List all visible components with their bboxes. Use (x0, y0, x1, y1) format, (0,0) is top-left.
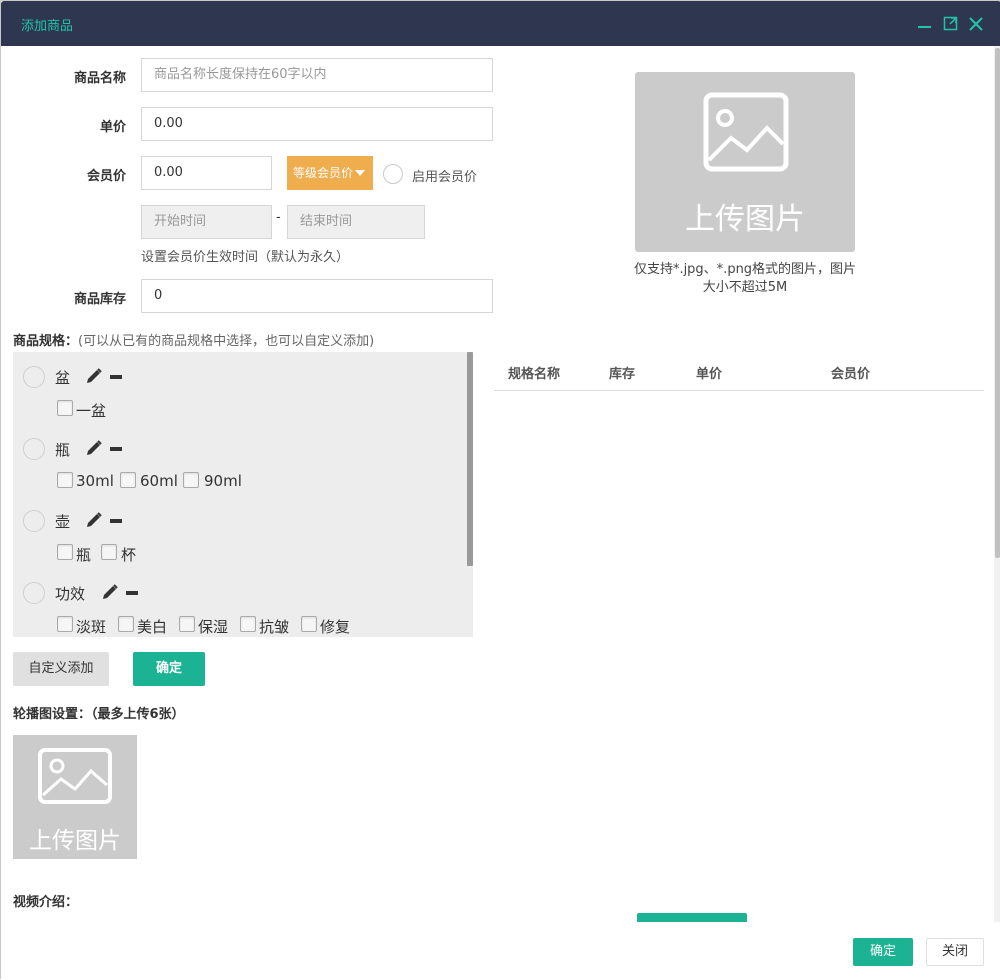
stock-input[interactable]: 0 (141, 279, 493, 313)
carousel-image-upload[interactable]: 上传图片 (13, 735, 137, 859)
spec-option-label: 30ml (76, 472, 114, 490)
upload-note: 仅支持*.jpg、*.png格式的图片，图片 大小不超过5M (621, 261, 869, 297)
spec-option-label: 美白 (137, 618, 168, 636)
spec-option-label: 瓶 (76, 546, 92, 564)
spec-option-label: 60ml (140, 472, 178, 490)
spec-section-title: 商品规格：(可以从已有的商品规格中选择，也可以自定义添加) (13, 330, 374, 349)
upload-image-text: 上传图片 (29, 828, 121, 854)
th-spec-name: 规格名称 (508, 367, 561, 382)
spec-option-checkbox[interactable] (301, 616, 317, 632)
spec-option-label: 一盆 (76, 402, 107, 420)
th-member-price: 会员价 (831, 367, 871, 382)
upload-note-line1: 仅支持*.jpg、*.png格式的图片，图片 (633, 262, 857, 277)
spec-option-checkbox[interactable] (57, 472, 73, 488)
dialog-content: 商品名称 商品名称长度保持在60字以内 单价 0.00 会员价 0.00 等级会… (1, 46, 1000, 922)
spec-title: 商品规格： (13, 334, 79, 349)
add-product-dialog: 添加商品 商品名称 商品名称长度保持在60字以内 单价 0.00 会员价 0.0… (0, 0, 1000, 980)
product-name-input[interactable]: 商品名称长度保持在60字以内 (141, 58, 493, 92)
carousel-title: 轮播图设置：（最多上传6张） (13, 707, 185, 722)
spec-option-checkbox[interactable] (120, 472, 136, 488)
pencil-icon[interactable] (85, 439, 103, 457)
custom-add-button[interactable]: 自定义添加 (13, 652, 109, 686)
close-icon[interactable] (967, 15, 985, 33)
dialog-title: 添加商品 (21, 19, 74, 34)
spec-option-label: 抗皱 (259, 618, 290, 636)
price-label: 单价 (99, 120, 126, 135)
th-price: 单价 (696, 367, 723, 382)
spec-group-name: 盆 (55, 369, 71, 387)
spec-group-name: 瓶 (55, 441, 71, 459)
price-input[interactable]: 0.00 (141, 107, 493, 141)
video-upload-button-partial[interactable] (637, 913, 747, 922)
level-member-price-label: 等级会员价 (293, 166, 354, 180)
spec-option-checkbox[interactable] (57, 616, 73, 632)
image-icon (703, 92, 789, 172)
minus-icon[interactable] (126, 591, 138, 595)
spec-option-label: 杯 (121, 546, 137, 564)
spec-list-panel: 盆 一盆 瓶 30ml 60ml 90ml 壶 瓶 杯 功效 淡斑 美白 保湿 … (13, 352, 473, 637)
spec-option-label: 淡斑 (76, 618, 107, 636)
spec-group-radio[interactable] (23, 582, 45, 604)
spec-option-checkbox[interactable] (179, 616, 195, 632)
minus-icon[interactable] (110, 447, 122, 451)
spec-group-radio[interactable] (23, 366, 45, 388)
upload-note-line2: 大小不超过5M (702, 280, 788, 295)
spec-option-checkbox[interactable] (57, 400, 73, 416)
spec-option-label: 90ml (204, 472, 242, 490)
video-title: 视频介绍： (13, 895, 79, 910)
spec-group-radio[interactable] (23, 438, 45, 460)
member-price-input[interactable]: 0.00 (141, 156, 272, 190)
dialog-titlebar: 添加商品 (1, 1, 1000, 46)
spec-confirm-button[interactable]: 确定 (133, 652, 205, 686)
dialog-footer: 确定 关闭 (1, 922, 1000, 980)
time-note: 设置会员价生效时间（默认为永久） (141, 250, 350, 265)
product-name-label: 商品名称 (73, 71, 126, 86)
dialog-scrollbar[interactable] (994, 46, 1000, 922)
end-time-input[interactable]: 结束时间 (287, 205, 425, 239)
pencil-icon[interactable] (101, 583, 119, 601)
pencil-icon[interactable] (85, 367, 103, 385)
image-icon (38, 748, 112, 804)
pencil-icon[interactable] (85, 511, 103, 529)
footer-confirm-button[interactable]: 确定 (853, 938, 913, 966)
spec-table-header: 规格名称 库存 单价 会员价 (494, 351, 984, 391)
spec-option-checkbox[interactable] (101, 544, 117, 560)
footer-close-button[interactable]: 关闭 (926, 938, 984, 966)
maximize-icon[interactable] (942, 15, 960, 33)
spec-list-scrollbar[interactable] (467, 352, 473, 566)
start-time-input[interactable]: 开始时间 (141, 205, 272, 239)
spec-option-checkbox[interactable] (57, 544, 73, 560)
spec-option-label: 保湿 (198, 618, 229, 636)
minus-icon[interactable] (110, 519, 122, 523)
spec-option-checkbox[interactable] (118, 616, 134, 632)
spec-option-checkbox[interactable] (240, 616, 256, 632)
th-stock: 库存 (609, 367, 636, 382)
time-range-dash: - (276, 210, 281, 225)
upload-image-text: 上传图片 (685, 202, 805, 237)
spec-group-name: 壶 (55, 513, 71, 531)
product-image-upload[interactable]: 上传图片 (635, 72, 855, 252)
spec-option-label: 修复 (320, 618, 351, 636)
spec-group-name: 功效 (55, 585, 86, 603)
spec-group-radio[interactable] (23, 510, 45, 532)
caret-down-icon (355, 170, 365, 176)
level-member-price-dropdown[interactable]: 等级会员价 (287, 156, 373, 190)
minimize-icon[interactable] (916, 15, 934, 33)
member-price-label: 会员价 (86, 169, 126, 184)
enable-member-price-radio[interactable] (383, 164, 403, 184)
scrollbar-thumb[interactable] (995, 48, 1000, 558)
enable-member-price-label: 启用会员价 (412, 170, 478, 185)
stock-label: 商品库存 (73, 292, 126, 307)
minus-icon[interactable] (110, 375, 122, 379)
spec-hint: (可以从已有的商品规格中选择，也可以自定义添加) (78, 334, 375, 349)
spec-option-checkbox[interactable] (183, 472, 199, 488)
